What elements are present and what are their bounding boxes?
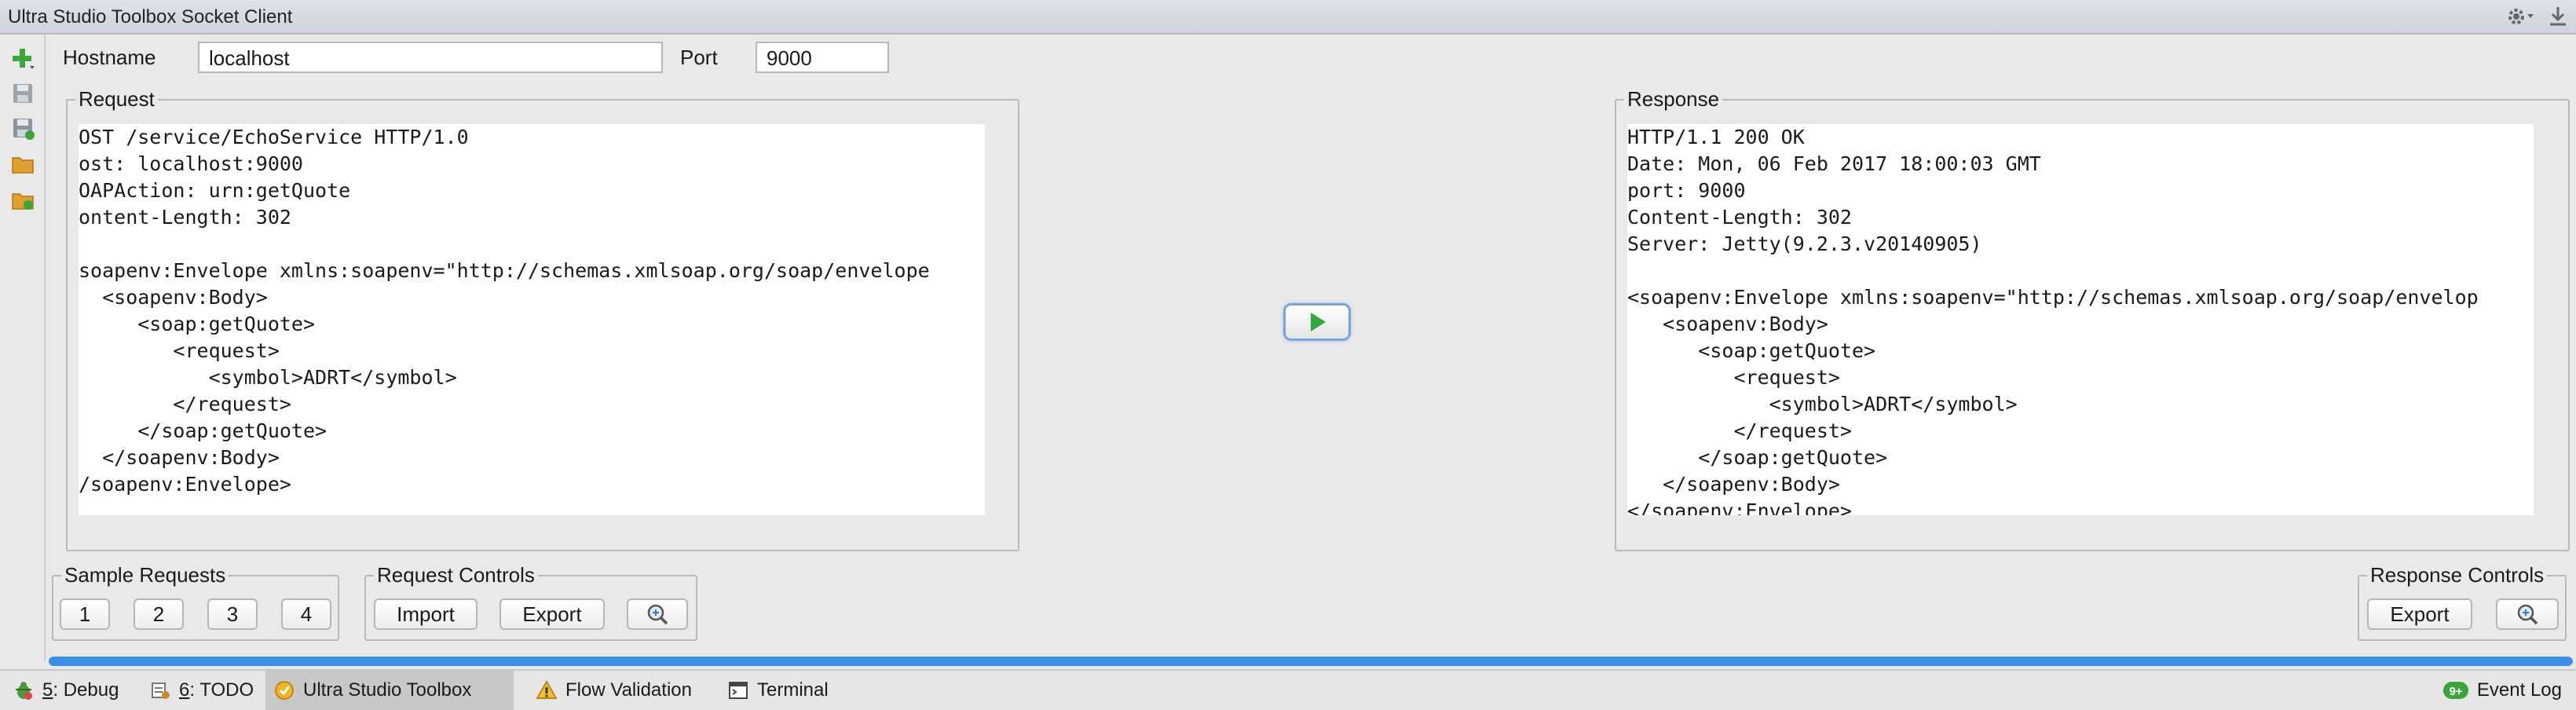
response-line: Date: Mon, 06 Feb 2017 18:00:03 GMT	[1627, 152, 2041, 175]
title-tools	[2505, 5, 2568, 34]
response-line	[1627, 258, 2534, 284]
ultra-studio-toolbox-tab[interactable]: Ultra Studio Toolbox	[265, 671, 514, 710]
flow-validation-label: Flow Validation	[565, 679, 692, 701]
warning-icon	[536, 679, 558, 701]
response-line: <soapenv:Envelope xmlns:soapenv="http://…	[1627, 286, 2479, 309]
response-editor[interactable]: HTTP/1.1 200 OK Date: Mon, 06 Feb 2017 18…	[1627, 124, 2534, 515]
request-line: </soap:getQuote>	[79, 419, 327, 442]
request-line	[79, 231, 985, 258]
add-icon[interactable]	[9, 46, 36, 72]
request-zoom-button[interactable]	[627, 598, 688, 630]
todo-tab[interactable]: 6: TODO	[141, 671, 262, 710]
response-line: </request>	[1627, 419, 1852, 442]
event-log-tab[interactable]: 9+ Event Log	[2435, 671, 2570, 710]
request-controls-legend: Request Controls	[374, 564, 538, 586]
event-log-badge-icon: 9+	[2442, 679, 2469, 701]
terminal-label: Terminal	[757, 679, 829, 701]
play-icon	[1311, 313, 1326, 331]
debug-tab-label: : Debug	[53, 679, 119, 701]
send-request-button[interactable]	[1283, 303, 1351, 341]
event-log-badge: 9+	[2449, 685, 2462, 698]
request-line: /soapenv:Envelope>	[79, 473, 291, 496]
port-input[interactable]: 9000	[756, 42, 889, 73]
response-line: HTTP/1.1 200 OK	[1627, 126, 1805, 148]
open-folder-icon[interactable]	[9, 151, 36, 178]
todo-tab-number: 6	[179, 679, 190, 701]
sample-request-3-button[interactable]: 3	[207, 598, 258, 630]
toolbox-tab-label: Ultra Studio Toolbox	[303, 679, 472, 701]
response-line: <soap:getQuote>	[1627, 339, 1876, 362]
response-export-button[interactable]: Export	[2367, 598, 2472, 630]
toolbox-icon	[273, 679, 295, 701]
response-line: <symbol>ADRT</symbol>	[1627, 393, 2018, 415]
save-icon[interactable]	[9, 80, 36, 107]
request-line: <soapenv:Body>	[79, 286, 268, 309]
request-line: OAPAction: urn:getQuote	[79, 179, 351, 202]
window-title: Ultra Studio Toolbox Socket Client	[8, 6, 293, 27]
hostname-label: Hostname	[63, 46, 156, 69]
request-legend: Request	[75, 88, 158, 110]
response-line: Content-Length: 302	[1627, 206, 1852, 229]
response-line: </soapenv:Body>	[1627, 473, 1840, 496]
response-controls-legend: Response Controls	[2367, 564, 2548, 586]
response-line: </soapenv:Envelope>	[1627, 500, 1852, 515]
zoom-icon	[647, 604, 668, 625]
todo-tab-label: : TODO	[189, 679, 254, 701]
sample-request-4-button[interactable]: 4	[281, 598, 331, 630]
zoom-icon	[2517, 604, 2538, 625]
save-as-icon[interactable]	[9, 115, 36, 141]
terminal-tab[interactable]: Terminal	[719, 671, 836, 710]
terminal-icon	[727, 679, 749, 701]
request-line: </soapenv:Body>	[79, 446, 280, 469]
progress-bar	[49, 657, 2573, 666]
debug-tab-number: 5	[42, 679, 53, 701]
request-line: </request>	[79, 393, 291, 415]
response-line: port: 9000	[1627, 179, 1746, 202]
gear-icon[interactable]	[2505, 5, 2537, 34]
request-line: <soap:getQuote>	[79, 313, 316, 335]
sample-request-2-button[interactable]: 2	[134, 598, 184, 630]
response-zoom-button[interactable]	[2496, 598, 2559, 630]
request-line: ontent-Length: 302	[79, 206, 291, 229]
request-editor[interactable]: OST /service/EchoService HTTP/1.0 ost: lo…	[79, 124, 985, 515]
hide-panel-icon[interactable]	[2548, 5, 2568, 34]
request-line: soapenv:Envelope xmlns:soapenv="http://s…	[79, 259, 930, 282]
status-bar: 5: Debug 6: TODO Ultra Studio Toolbox Fl…	[0, 669, 2576, 710]
flow-validation-tab[interactable]: Flow Validation	[528, 671, 700, 710]
response-line: <request>	[1627, 366, 1840, 389]
bug-icon	[13, 679, 35, 701]
debug-tab[interactable]: 5: Debug	[5, 671, 126, 710]
request-line: ost: localhost:9000	[79, 152, 303, 175]
open-recent-icon[interactable]	[9, 187, 36, 214]
response-line: Server: Jetty(9.2.3.v20140905)	[1627, 232, 1982, 255]
request-export-button[interactable]: Export	[499, 598, 605, 630]
title-bar: Ultra Studio Toolbox Socket Client	[0, 0, 2576, 35]
response-line: <soapenv:Body>	[1627, 313, 1828, 335]
event-log-label: Event Log	[2476, 679, 2562, 701]
request-line: <symbol>ADRT</symbol>	[79, 366, 457, 389]
request-line: <request>	[79, 339, 280, 362]
hostname-input[interactable]: localhost	[198, 42, 663, 73]
port-label: Port	[680, 46, 718, 69]
response-line: </soap:getQuote>	[1627, 446, 1888, 469]
request-line: OST /service/EchoService HTTP/1.0	[79, 126, 469, 148]
todo-icon	[149, 679, 171, 701]
sample-requests-legend: Sample Requests	[61, 564, 229, 586]
import-button[interactable]: Import	[374, 598, 478, 630]
sample-request-1-button[interactable]: 1	[60, 598, 110, 630]
progress-fill	[49, 657, 2573, 666]
response-legend: Response	[1624, 88, 1723, 110]
left-toolstrip	[0, 35, 46, 661]
